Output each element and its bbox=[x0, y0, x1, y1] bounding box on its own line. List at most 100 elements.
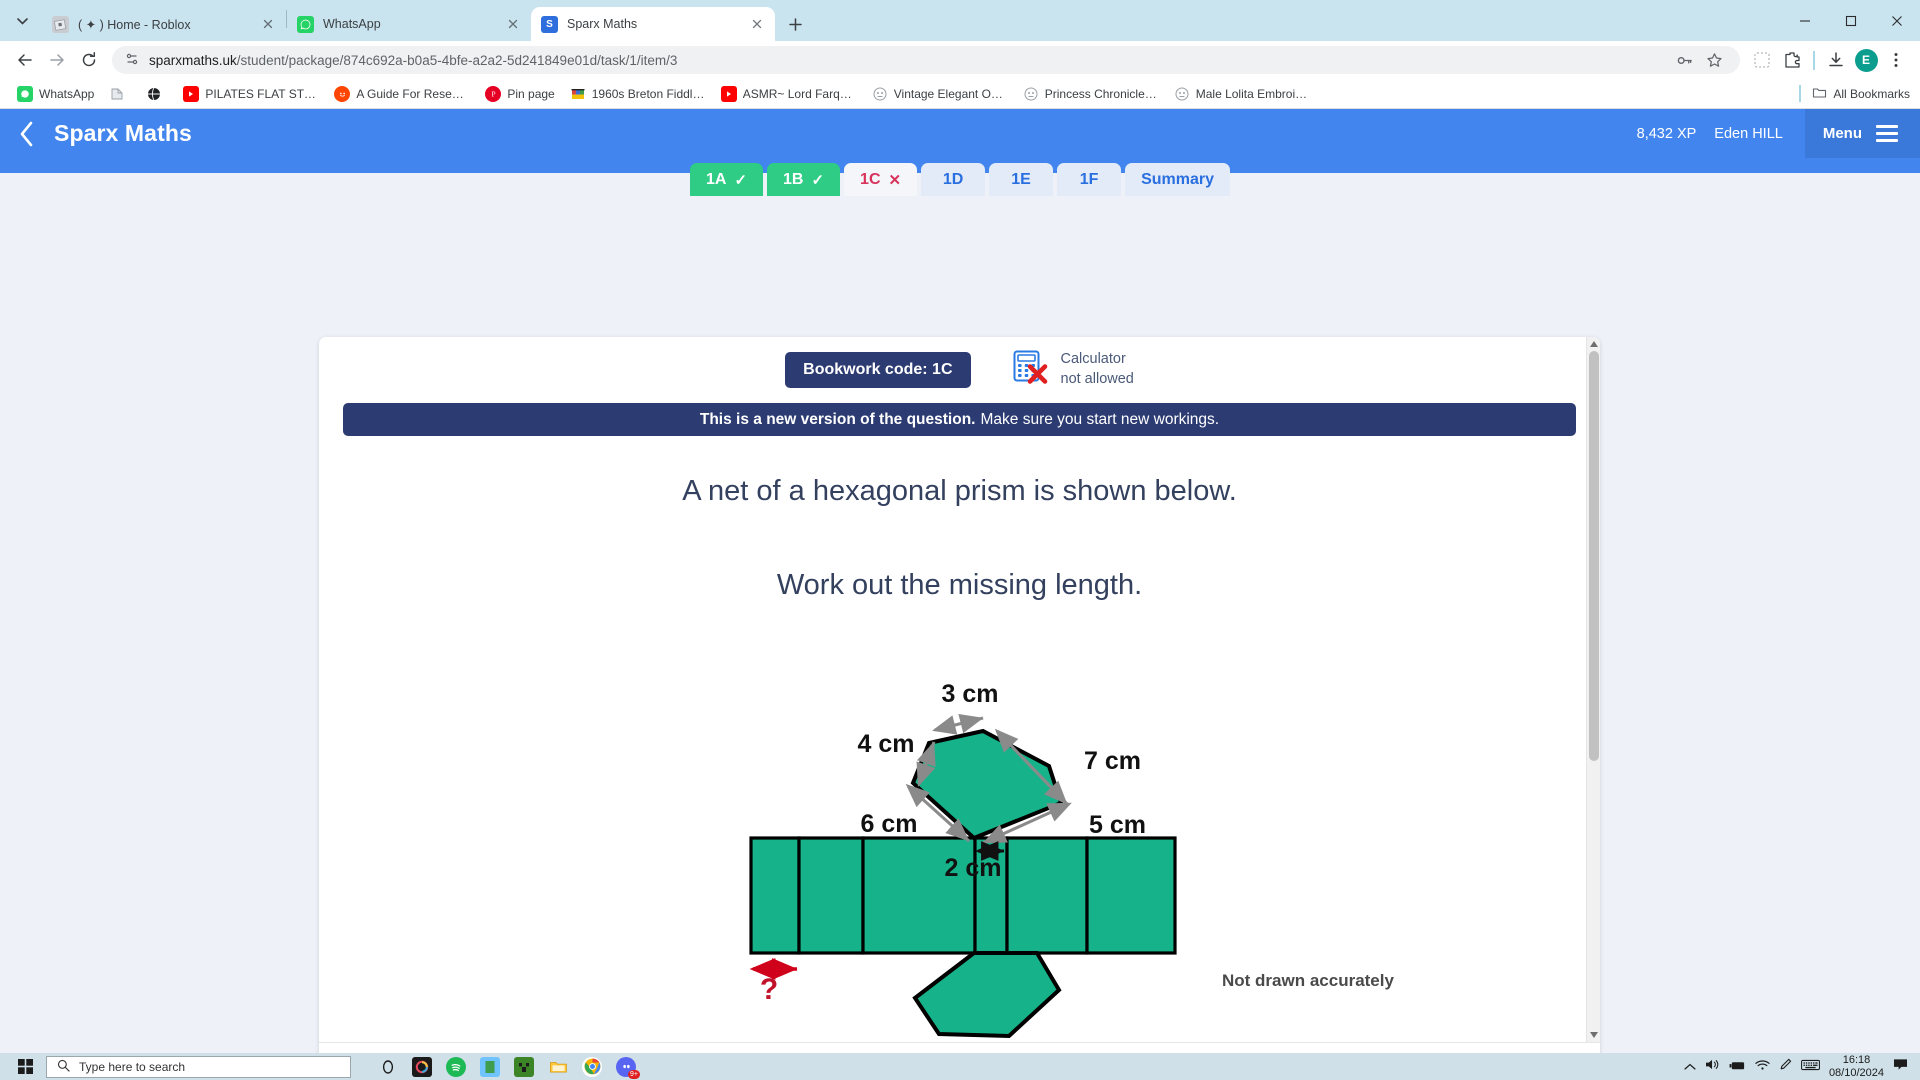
bookmark-item[interactable]: PILATES FLAT STOM... bbox=[176, 83, 326, 105]
password-key-icon[interactable] bbox=[1670, 46, 1698, 74]
avatar: E bbox=[1854, 48, 1878, 72]
hamburger-icon bbox=[1876, 125, 1898, 142]
label-2cm: 2 cm bbox=[945, 854, 1002, 882]
bookmark-item[interactable]: Princess Chronicles... bbox=[1016, 83, 1166, 105]
card-scrollbar[interactable] bbox=[1586, 337, 1600, 1042]
tab-summary[interactable]: Summary bbox=[1125, 163, 1230, 196]
browser-tab-1[interactable]: WhatsApp bbox=[287, 7, 531, 41]
reload-button[interactable] bbox=[74, 45, 104, 75]
question-meta-row: Bookwork code: 1C Calculator not allowed bbox=[319, 337, 1600, 389]
xp-counter: 8,432 XP bbox=[1636, 125, 1697, 142]
tab-1e[interactable]: 1E bbox=[989, 163, 1054, 196]
check-icon: ✓ bbox=[734, 171, 748, 189]
search-input[interactable]: Type here to search bbox=[46, 1055, 351, 1078]
bookmark-label: PILATES FLAT STOM... bbox=[205, 86, 319, 101]
windows-taskbar: Type here to search 9+ 16:18 08/10/2024 bbox=[0, 1053, 1920, 1080]
all-bookmarks-button[interactable]: All Bookmarks bbox=[1794, 85, 1910, 103]
label-7cm: 7 cm bbox=[1084, 747, 1141, 775]
extensions-icon[interactable] bbox=[1778, 46, 1806, 74]
close-window-button[interactable] bbox=[1874, 0, 1920, 41]
url-host: sparxmaths.uk bbox=[149, 52, 237, 68]
keyboard-icon[interactable] bbox=[1800, 1058, 1820, 1076]
window-controls bbox=[1782, 0, 1920, 41]
minimize-button[interactable] bbox=[1782, 0, 1828, 41]
calculator-not-allowed-icon bbox=[1013, 350, 1049, 389]
wifi-icon[interactable] bbox=[1755, 1058, 1770, 1076]
taskbar-app-excel[interactable] bbox=[475, 1054, 505, 1080]
bookmark-item[interactable] bbox=[102, 83, 138, 105]
tab-label: 1B bbox=[783, 170, 804, 188]
site-settings-icon[interactable] bbox=[124, 51, 140, 70]
roblox-favicon bbox=[52, 15, 69, 33]
discord-badge: 9+ bbox=[628, 1069, 640, 1079]
profile-avatar[interactable]: E bbox=[1852, 46, 1880, 74]
new-tab-button[interactable] bbox=[781, 10, 809, 38]
bookwork-code-badge: Bookwork code: 1C bbox=[785, 351, 971, 388]
pen-icon[interactable] bbox=[1779, 1058, 1792, 1076]
calculator-status: Calculator not allowed bbox=[1013, 350, 1134, 389]
volume-icon[interactable] bbox=[1705, 1058, 1720, 1076]
bookmark-item[interactable]: 1960s Breton Fiddle... bbox=[563, 83, 713, 105]
scrollbar-thumb[interactable] bbox=[1589, 351, 1599, 761]
menu-button[interactable]: Menu bbox=[1804, 109, 1920, 158]
scroll-up-arrow-icon[interactable] bbox=[1587, 337, 1600, 351]
tab-1f[interactable]: 1F bbox=[1057, 163, 1122, 196]
browser-window: ( ✦ ) Home - Roblox WhatsApp S Sparx Mat… bbox=[0, 0, 1920, 1053]
prism-face-1 bbox=[749, 836, 801, 955]
bookmark-item[interactable]: P Pin page bbox=[478, 83, 561, 105]
bookmark-divider bbox=[1799, 85, 1802, 102]
taskbar-app-minecraft[interactable] bbox=[509, 1054, 539, 1080]
close-icon[interactable] bbox=[749, 16, 765, 32]
new-version-bold: This is a new version of the question. bbox=[699, 410, 976, 428]
bookmark-item[interactable]: A Guide For Researc... bbox=[327, 83, 477, 105]
back-button[interactable] bbox=[10, 45, 40, 75]
extension-puzzle-faded-icon[interactable] bbox=[1748, 46, 1776, 74]
bookmark-item[interactable]: Vintage Elegant Ouj... bbox=[865, 83, 1015, 105]
tab-1c[interactable]: 1C ✕ bbox=[844, 163, 918, 196]
close-icon[interactable] bbox=[260, 16, 276, 32]
clock-time: 16:18 bbox=[1842, 1053, 1871, 1066]
tab-1a[interactable]: 1A ✓ bbox=[689, 163, 764, 196]
taskbar-app-cortana[interactable] bbox=[373, 1054, 403, 1080]
system-tray: 16:18 08/10/2024 bbox=[1684, 1054, 1916, 1080]
chrome-menu-icon[interactable] bbox=[1882, 46, 1910, 74]
taskbar-app-discord[interactable]: 9+ bbox=[611, 1054, 641, 1080]
scroll-down-arrow-icon[interactable] bbox=[1587, 1028, 1600, 1042]
browser-tab-title: ( ✦ ) Home - Roblox bbox=[78, 17, 191, 32]
close-icon[interactable] bbox=[505, 16, 521, 32]
tray-expand-icon[interactable] bbox=[1684, 1058, 1696, 1076]
tab-search-chevron-icon[interactable] bbox=[8, 7, 36, 35]
taskbar-app-ipiccy[interactable] bbox=[407, 1054, 437, 1080]
address-bar[interactable]: sparxmaths.uk/student/package/874c692a-b… bbox=[112, 46, 1740, 74]
bookmark-star-icon[interactable] bbox=[1700, 46, 1728, 74]
maximize-button[interactable] bbox=[1828, 0, 1874, 41]
downloads-icon[interactable] bbox=[1822, 46, 1850, 74]
youtube-icon bbox=[720, 85, 737, 102]
top-hexagon-face bbox=[910, 728, 1064, 841]
file-explorer-icon bbox=[548, 1057, 568, 1077]
battery-icon[interactable] bbox=[1729, 1058, 1746, 1076]
whatsapp-favicon bbox=[297, 15, 314, 33]
check-icon: ✓ bbox=[811, 171, 825, 189]
browser-tab-0[interactable]: ( ✦ ) Home - Roblox bbox=[42, 7, 286, 41]
tab-1d[interactable]: 1D bbox=[921, 163, 986, 196]
bookmark-item[interactable]: Male Lolita Embroid... bbox=[1167, 83, 1317, 105]
notifications-icon[interactable] bbox=[1893, 1058, 1908, 1076]
menu-label: Menu bbox=[1822, 125, 1862, 142]
taskbar-clock[interactable]: 16:18 08/10/2024 bbox=[1829, 1054, 1884, 1080]
bookmark-item[interactable] bbox=[139, 83, 175, 105]
browser-tab-2[interactable]: S Sparx Maths bbox=[531, 7, 775, 41]
question-prompt: A net of a hexagonal prism is shown belo… bbox=[319, 470, 1600, 606]
start-button[interactable] bbox=[4, 1053, 46, 1080]
browser-tab-title: Sparx Maths bbox=[567, 17, 638, 31]
bookmark-item[interactable]: WhatsApp bbox=[10, 83, 101, 105]
forward-button[interactable] bbox=[42, 45, 72, 75]
back-chevron-icon[interactable] bbox=[0, 109, 54, 158]
taskbar-app-chrome[interactable] bbox=[577, 1054, 607, 1080]
bookmark-label: 1960s Breton Fiddle... bbox=[591, 86, 706, 101]
taskbar-app-file-explorer[interactable] bbox=[543, 1054, 573, 1080]
bookmark-item[interactable]: ASMR~ Lord Farqua... bbox=[714, 83, 864, 105]
taskbar-app-spotify[interactable] bbox=[441, 1054, 471, 1080]
tab-label: 1A bbox=[705, 170, 727, 188]
tab-1b[interactable]: 1B ✓ bbox=[767, 163, 841, 196]
